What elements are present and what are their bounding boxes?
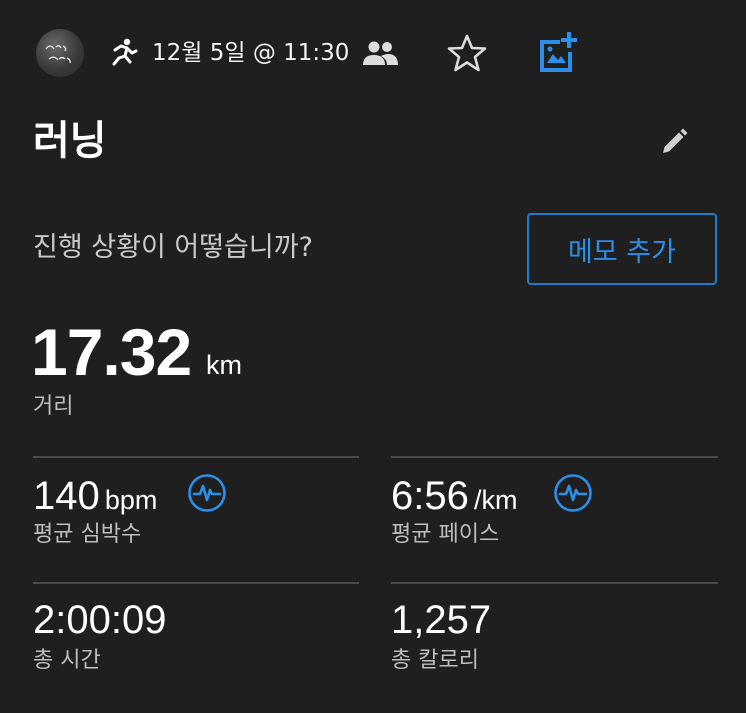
- stat-heart-rate[interactable]: 140 bpm: [33, 472, 157, 520]
- star-outline-icon[interactable]: [447, 33, 487, 73]
- distance-unit: km: [206, 350, 242, 380]
- stat-pace[interactable]: 6:56 /km: [391, 472, 517, 520]
- pace-pulse-icon[interactable]: [553, 473, 593, 513]
- divider: [33, 582, 359, 584]
- distance-label: 거리: [33, 394, 74, 419]
- profile-avatar-icon: [45, 45, 71, 64]
- pencil-icon[interactable]: [658, 126, 690, 158]
- people-group-icon[interactable]: [362, 38, 398, 68]
- pace-unit: /km: [473, 485, 518, 515]
- distance-value: 17.32: [31, 315, 192, 389]
- total-time-value: 2:00:09: [33, 598, 167, 642]
- activity-datetime: 12월 5일 @ 11:30: [152, 40, 350, 66]
- divider: [391, 456, 718, 458]
- divider: [391, 582, 718, 584]
- total-time-label: 총 시간: [33, 648, 101, 673]
- divider: [33, 456, 359, 458]
- heart-rate-unit: bpm: [104, 485, 158, 515]
- heart-rate-value: 140: [33, 474, 100, 518]
- activity-title: 러닝: [33, 118, 107, 164]
- avatar[interactable]: [36, 29, 84, 77]
- total-calories-value: 1,257: [391, 598, 492, 642]
- add-photo-icon[interactable]: [536, 30, 580, 74]
- pace-label: 평균 페이스: [391, 522, 500, 547]
- total-calories-label: 총 칼로리: [391, 648, 479, 673]
- running-person-icon: [105, 36, 139, 70]
- pace-value: 6:56: [391, 474, 469, 518]
- heart-rate-pulse-icon[interactable]: [187, 473, 227, 513]
- add-memo-button[interactable]: 메모 추가: [527, 213, 717, 285]
- heart-rate-label: 평균 심박수: [33, 522, 142, 547]
- progress-prompt: 진행 상황이 어떻습니까?: [33, 232, 313, 263]
